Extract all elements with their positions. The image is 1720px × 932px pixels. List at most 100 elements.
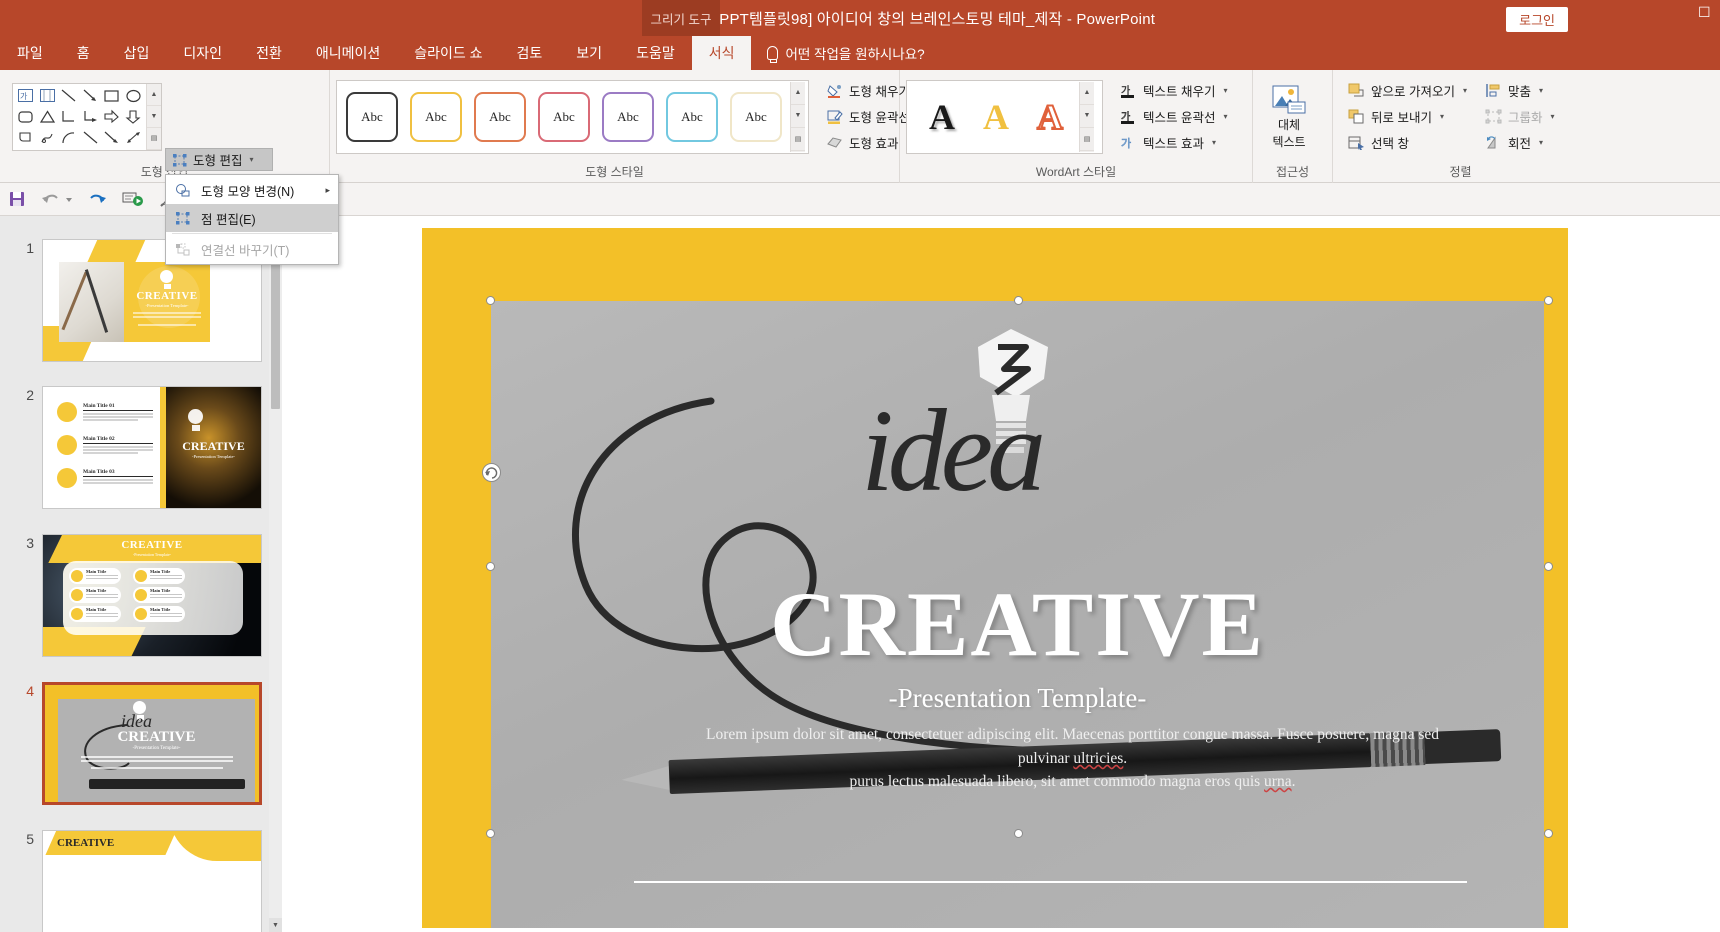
alt-text-button[interactable]: 대체 텍스트 [1259, 81, 1319, 153]
login-button[interactable]: 로그인 [1506, 7, 1568, 32]
wordart-scrollbar[interactable]: ▲ ▼ ▤ [1079, 81, 1094, 152]
tab-help[interactable]: 도움말 [619, 36, 692, 70]
rotate-objects-button[interactable]: 회전 ▾ [1480, 131, 1560, 155]
align-objects-button[interactable]: 맞춤 ▾ [1480, 79, 1560, 103]
wordart-sample-1[interactable]: A [929, 99, 955, 135]
chevron-down-icon[interactable]: ▾ [1223, 112, 1227, 121]
shape-gallery-scroll-down-icon[interactable]: ▼ [147, 106, 161, 128]
wordart-more-icon[interactable]: ▤ [1080, 128, 1094, 152]
tab-animations[interactable]: 애니메이션 [299, 36, 397, 70]
slide-subtitle-text[interactable]: -Presentation Template- [491, 683, 1544, 714]
shape-flowchart-icon[interactable] [15, 127, 37, 148]
chevron-down-icon[interactable]: ▾ [249, 155, 253, 164]
slide-thumbnail-panel[interactable]: 1 CREATIVE -Presentation Template- 2 CRE… [0, 216, 282, 932]
slide-body-text-2[interactable]: purus lectus malesuada libero, sit amet … [701, 773, 1444, 791]
slide-body-text-1[interactable]: Lorem ipsum dolor sit amet, consectetuer… [701, 723, 1444, 771]
menu-item-edit-points[interactable]: 점 편집(E) [166, 204, 338, 232]
shape-gallery-scroll-up-icon[interactable]: ▲ [147, 84, 161, 106]
thumbnail-item-2[interactable]: 2 CREATIVE -Presentation Template- Main … [0, 386, 262, 509]
shape-gallery-scrollbar[interactable]: ▲ ▼ ▤ [146, 83, 161, 150]
idea-script-text[interactable]: idea [861, 383, 1046, 519]
tab-transitions[interactable]: 전환 [239, 36, 299, 70]
shape-styles-scroll-down-icon[interactable]: ▼ [791, 105, 805, 129]
thumbnail-scroll-down-icon[interactable]: ▼ [269, 918, 282, 932]
shape-scribble-icon[interactable] [37, 127, 59, 148]
tab-home[interactable]: 홈 [60, 36, 107, 70]
thumbnail-slide-3[interactable]: CREATIVE -Presentation Template- Main Ti… [42, 534, 262, 657]
thumbnail-slide-2[interactable]: CREATIVE -Presentation Template- Main Ti… [42, 386, 262, 509]
thumbnail-item-3[interactable]: 3 CREATIVE -Presentation Template- Main … [0, 534, 262, 657]
text-outline-button[interactable]: 가 텍스트 윤곽선 ▾ [1115, 105, 1233, 129]
edit-shape-button[interactable]: 도형 편집 ▾ [165, 148, 273, 171]
shape-vertical-textbox-icon[interactable] [37, 86, 59, 107]
text-fill-button[interactable]: 가 텍스트 채우기 ▾ [1115, 79, 1233, 103]
wordart-scroll-up-icon[interactable]: ▲ [1080, 82, 1094, 105]
chevron-down-icon[interactable]: ▾ [1440, 112, 1444, 121]
thumbnail-slide-4[interactable]: idea CREATIVE -Presentation Template- [42, 682, 262, 805]
wordart-sample-2[interactable]: A [983, 99, 1009, 135]
tab-view[interactable]: 보기 [559, 36, 619, 70]
selection-handle-top-center[interactable] [1014, 296, 1023, 305]
thumbnail-item-5[interactable]: 5 CREATIVE [0, 830, 262, 932]
selection-pane-button[interactable]: 선택 창 [1343, 131, 1472, 155]
shape-style-1[interactable]: Abc [346, 91, 398, 142]
thumbnail-slide-5[interactable]: CREATIVE [42, 830, 262, 932]
tell-me-search[interactable]: 어떤 작업을 원하시나요? [751, 36, 925, 70]
selection-handle-bottom-right[interactable] [1544, 829, 1553, 838]
slide-title-text[interactable]: CREATIVE [491, 578, 1544, 670]
thumbnail-item-4[interactable]: 4 idea CREATIVE -Presentation Template- [0, 682, 262, 805]
shape-styles-scroll-up-icon[interactable]: ▲ [791, 82, 805, 105]
selection-handle-bottom-left[interactable] [486, 829, 495, 838]
shape-style-5[interactable]: Abc [602, 91, 654, 142]
selection-handle-bottom-center[interactable] [1014, 829, 1023, 838]
shape-style-2[interactable]: Abc [410, 91, 462, 142]
selection-handle-top-right[interactable] [1544, 296, 1553, 305]
chevron-down-icon[interactable]: ▾ [1212, 138, 1216, 147]
wordart-scroll-down-icon[interactable]: ▼ [1080, 105, 1094, 129]
shape-arrow2-icon[interactable] [101, 127, 123, 148]
shape-line2-icon[interactable] [80, 127, 102, 148]
shape-gallery[interactable]: 가 ▲ ▼ ▤ [12, 82, 162, 151]
shape-line-icon[interactable] [58, 86, 80, 107]
shape-styles-gallery[interactable]: Abc Abc Abc Abc Abc Abc Abc ▲ ▼ ▤ [336, 79, 809, 154]
shape-rounded-rect-icon[interactable] [15, 106, 37, 127]
slide-canvas-area[interactable]: idea CREATIVE -Presentation Template- Lo… [282, 216, 1720, 932]
send-backward-button[interactable]: 뒤로 보내기 ▾ [1343, 105, 1472, 129]
text-effects-button[interactable]: 가 텍스트 효과 ▾ [1115, 131, 1233, 155]
chevron-down-icon[interactable]: ▾ [1223, 86, 1227, 95]
thumbnail-scrollbar[interactable]: ▲ ▼ [269, 216, 282, 932]
shape-style-7[interactable]: Abc [730, 91, 782, 142]
start-slideshow-icon[interactable] [122, 190, 144, 208]
shape-triangle-icon[interactable] [37, 106, 59, 127]
shape-gallery-more-icon[interactable]: ▤ [147, 128, 161, 150]
restore-window-icon[interactable]: ☐ [1698, 4, 1720, 21]
undo-icon[interactable] [40, 190, 60, 208]
save-icon[interactable] [8, 190, 26, 208]
wordart-gallery[interactable]: A A A ▲ ▼ ▤ [906, 79, 1103, 154]
wordart-sample-3[interactable]: A [1036, 98, 1064, 136]
shape-styles-scrollbar[interactable]: ▲ ▼ ▤ [790, 81, 805, 152]
shape-style-4[interactable]: Abc [538, 91, 590, 142]
shape-style-3[interactable]: Abc [474, 91, 526, 142]
shape-rectangle-icon[interactable] [101, 86, 123, 107]
tab-slideshow[interactable]: 슬라이드 쇼 [397, 36, 499, 70]
redo-icon[interactable] [88, 190, 108, 208]
shape-oval-icon[interactable] [123, 86, 145, 107]
shape-arc-icon[interactable] [58, 127, 80, 148]
selection-handle-middle-right[interactable] [1544, 562, 1553, 571]
chevron-down-icon[interactable]: ▾ [1539, 86, 1543, 95]
rotate-handle-icon[interactable] [482, 463, 501, 482]
tab-design[interactable]: 디자인 [166, 36, 239, 70]
shape-down-arrow-icon[interactable] [123, 106, 145, 127]
current-slide[interactable]: idea CREATIVE -Presentation Template- Lo… [422, 228, 1568, 928]
selection-handle-middle-left[interactable] [486, 562, 495, 571]
bring-forward-button[interactable]: 앞으로 가져오기 ▾ [1343, 79, 1472, 103]
menu-item-change-shape[interactable]: 도형 모양 변경(N) ▸ [166, 176, 338, 204]
shape-styles-more-icon[interactable]: ▤ [791, 128, 805, 152]
shape-elbow-connector-icon[interactable] [58, 106, 80, 127]
undo-caret-icon[interactable] [64, 190, 74, 208]
chevron-down-icon[interactable]: ▾ [1463, 86, 1467, 95]
shape-elbow-arrow-icon[interactable] [80, 106, 102, 127]
shape-style-6[interactable]: Abc [666, 91, 718, 142]
shape-arrow-icon[interactable] [80, 86, 102, 107]
